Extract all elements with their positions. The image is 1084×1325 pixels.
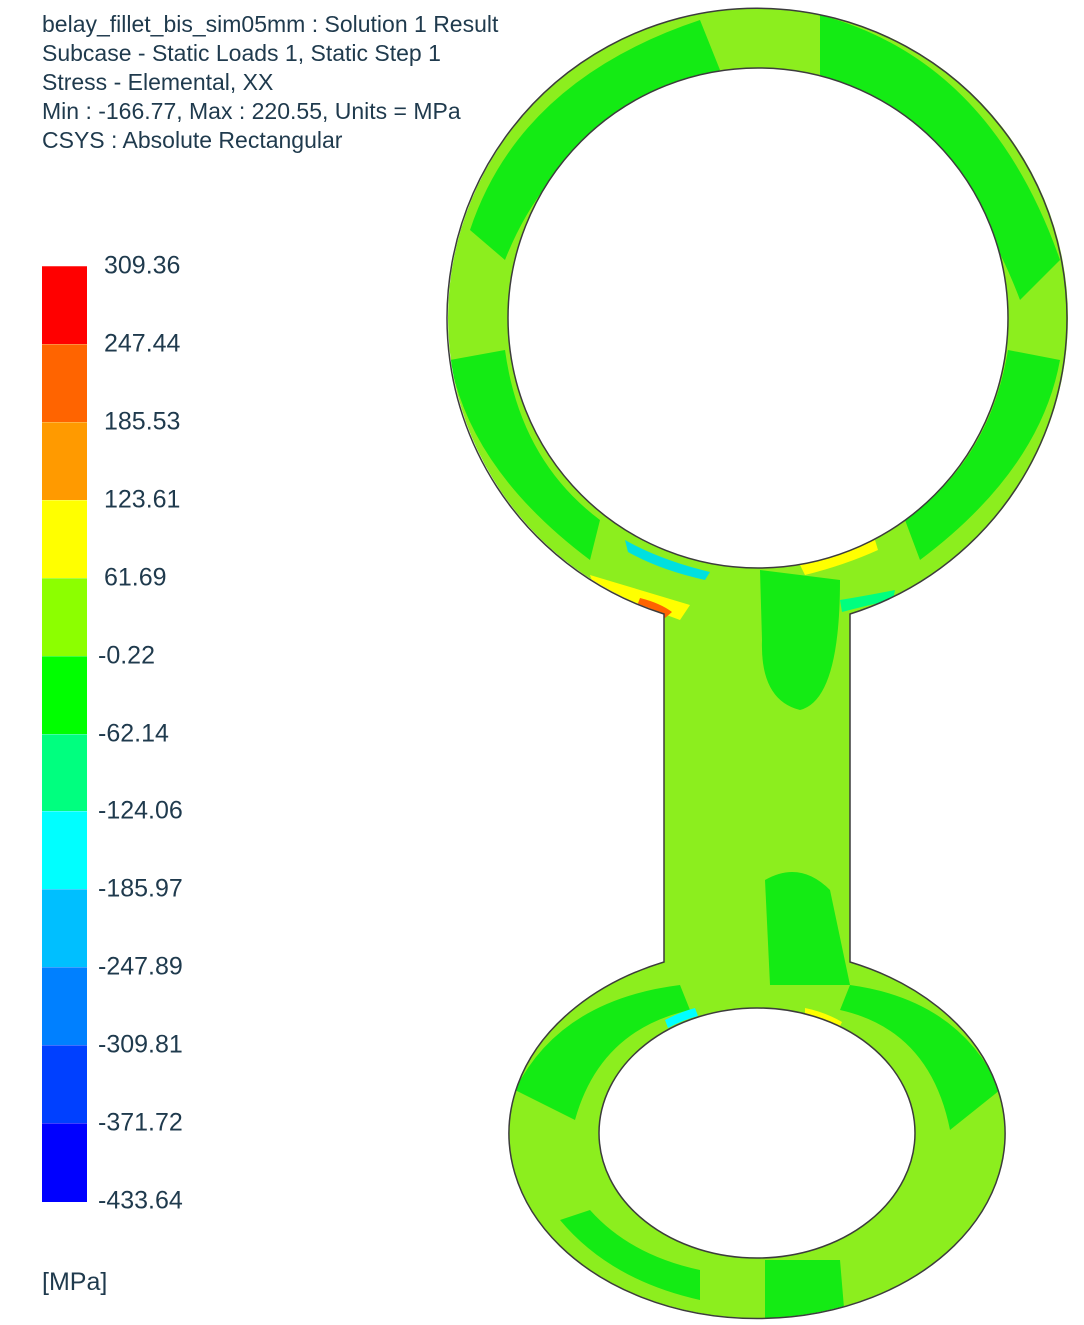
contour-band-small-bottom	[765, 1260, 845, 1320]
stress-contour-model	[440, 0, 1080, 1325]
contour-fill	[440, 0, 1080, 1325]
